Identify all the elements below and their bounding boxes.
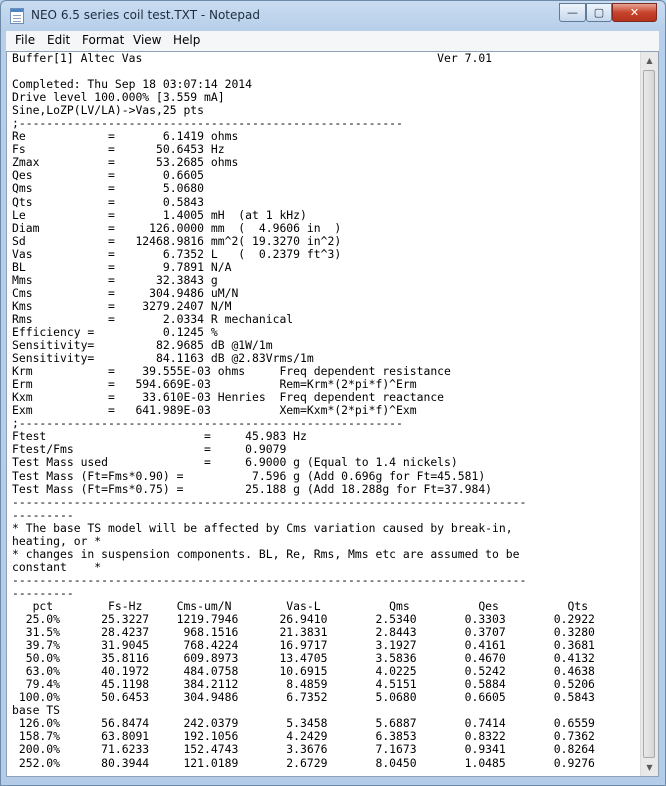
text-line: Sensitivity= 84.1163 dB @2.83Vrms/1m <box>12 351 314 366</box>
text-line: Kxm = 33.610E-03 Henries Freq dependent … <box>12 390 445 405</box>
text-line: ----------------------------------------… <box>12 572 527 587</box>
maximize-button[interactable]: ▢ <box>586 3 612 22</box>
text-editor[interactable]: Buffer[1] Altec Vas Ver 7.01 Completed: … <box>6 51 659 777</box>
text-line: Test Mass (Ft=Fms*0.75) = 25.188 g (Add … <box>12 481 493 496</box>
text-line: * changes in suspension components. BL, … <box>12 546 520 561</box>
text-line: 63.0% 40.1972 484.0758 10.6915 4.0225 0.… <box>12 664 595 679</box>
text-line: --------- <box>12 585 74 600</box>
text-line: Kms = 3279.2407 N/M <box>12 298 232 313</box>
text-line: Qms = 5.0680 <box>12 181 205 196</box>
text-line: 39.7% 31.9045 768.4224 16.9717 3.1927 0.… <box>12 638 595 653</box>
text-line: Buffer[1] Altec Vas Ver 7.01 <box>12 51 493 65</box>
text-line: 79.4% 45.1198 384.2112 8.4859 4.5151 0.5… <box>12 677 595 692</box>
close-button[interactable]: ✕ <box>612 3 657 22</box>
notepad-window: NEO 6.5 series coil test.TXT - Notepad —… <box>0 0 666 786</box>
text-line: Fs = 50.6453 Hz <box>12 142 225 157</box>
text-line: Ftest/Fms = 0.9079 <box>12 442 287 457</box>
text-line: heating, or * <box>12 533 102 548</box>
window-title: NEO 6.5 series coil test.TXT - Notepad <box>31 8 260 22</box>
text-line: 252.0% 80.3944 121.0189 2.6729 8.0450 1.… <box>12 755 595 770</box>
text-line: constant * <box>12 559 102 574</box>
text-line: ;---------------------------------------… <box>12 416 403 431</box>
menu-format[interactable]: Format <box>82 33 124 47</box>
text-line: Mms = 32.3843 g <box>12 272 218 287</box>
text-line: Le = 1.4005 mH (at 1 kHz) <box>12 207 307 222</box>
title-bar[interactable]: NEO 6.5 series coil test.TXT - Notepad —… <box>1 1 665 31</box>
text-line: pct Fs-Hz Cms-um/N Vas-L Qms Qes Qts <box>12 598 589 613</box>
text-line: Erm = 594.669E-03 Rem=Krm*(2*pi*f)^Erm <box>12 377 417 392</box>
text-line: Diam = 126.0000 mm ( 4.9606 in ) <box>12 220 342 235</box>
text-line: ----------------------------------------… <box>12 494 527 509</box>
scroll-up-icon[interactable]: ▲ <box>641 52 658 69</box>
text-line: Sensitivity= 82.9685 dB @1W/1m <box>12 338 273 353</box>
menu-view[interactable]: View <box>133 33 161 47</box>
text-line: Completed: Thu Sep 18 03:07:14 2014 <box>12 77 253 92</box>
text-line: 50.0% 35.8116 609.8973 13.4705 3.5836 0.… <box>12 651 595 666</box>
text-line: BL = 9.7891 N/A <box>12 259 232 274</box>
text-line: Ftest = 45.983 Hz <box>12 429 307 444</box>
text-line: 126.0% 56.8474 242.0379 5.3458 5.6887 0.… <box>12 716 595 731</box>
document-text[interactable]: Buffer[1] Altec Vas Ver 7.01 Completed: … <box>12 52 657 770</box>
text-line: Exm = 641.989E-03 Xem=Kxm*(2*pi*f)^Exm <box>12 403 417 418</box>
text-line: Qts = 0.5843 <box>12 194 205 209</box>
menu-help[interactable]: Help <box>173 33 200 47</box>
scrollbar-thumb[interactable] <box>643 70 655 758</box>
menu-bar: File Edit Format View Help <box>6 31 659 52</box>
text-line: --------- <box>12 507 74 522</box>
text-line: Test Mass used = 6.9000 g (Equal to 1.4 … <box>12 455 458 470</box>
text-line: Test Mass (Ft=Fms*0.90) = 7.596 g (Add 0… <box>12 468 486 483</box>
text-line: base TS <box>12 703 61 718</box>
vertical-scrollbar[interactable]: ▲ ▼ <box>640 52 658 776</box>
text-line: Efficiency = 0.1245 % <box>12 324 218 339</box>
scroll-down-icon[interactable]: ▼ <box>641 759 658 776</box>
text-line: Rms = 2.0334 R mechanical <box>12 311 294 326</box>
text-line: Krm = 39.555E-03 ohms Freq dependent res… <box>12 364 451 379</box>
notepad-app-icon[interactable] <box>10 8 24 24</box>
text-line: Qes = 0.6605 <box>12 168 205 183</box>
text-line: Drive level 100.000% [3.559 mA] <box>12 90 225 105</box>
text-line: ;---------------------------------------… <box>12 116 403 131</box>
text-line: Sd = 12468.9816 mm^2( 19.3270 in^2) <box>12 233 342 248</box>
text-line: 200.0% 71.6233 152.4743 3.3676 7.1673 0.… <box>12 742 595 757</box>
text-line: Cms = 304.9486 uM/N <box>12 285 239 300</box>
text-line: Vas = 6.7352 L ( 0.2379 ft^3) <box>12 246 342 261</box>
text-line: * The base TS model will be affected by … <box>12 520 513 535</box>
text-line: Zmax = 53.2685 ohms <box>12 155 239 170</box>
minimize-button[interactable]: — <box>559 3 586 22</box>
text-line: 25.0% 25.3227 1219.7946 26.9410 2.5340 0… <box>12 612 595 627</box>
text-line: Re = 6.1419 ohms <box>12 129 239 144</box>
menu-edit[interactable]: Edit <box>47 33 70 47</box>
text-line: 158.7% 63.8091 192.1056 4.2429 6.3853 0.… <box>12 729 595 744</box>
text-line: 31.5% 28.4237 968.1516 21.3831 2.8443 0.… <box>12 625 595 640</box>
menu-file[interactable]: File <box>15 33 35 47</box>
text-line: Sine,LoZP(LV/LA)->Vas,25 pts <box>12 103 205 118</box>
text-line: 100.0% 50.6453 304.9486 6.7352 5.0680 0.… <box>12 690 657 705</box>
